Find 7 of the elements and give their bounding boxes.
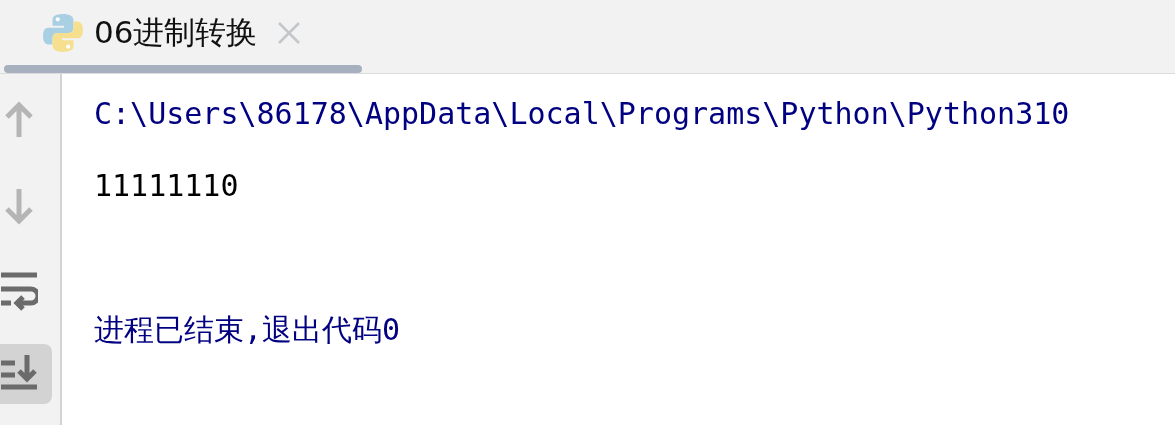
command-path: C:\Users\86178\AppData\Local\Programs\Python\Python310	[94, 96, 1070, 131]
close-icon[interactable]	[277, 21, 302, 45]
python-logo-icon	[42, 12, 84, 54]
scroll-end-button[interactable]	[0, 344, 52, 404]
exit-message: 进程已结束,退出代码0	[94, 312, 401, 347]
program-output: 11111110	[94, 168, 239, 203]
tab-title: 06进制转换	[94, 13, 258, 52]
